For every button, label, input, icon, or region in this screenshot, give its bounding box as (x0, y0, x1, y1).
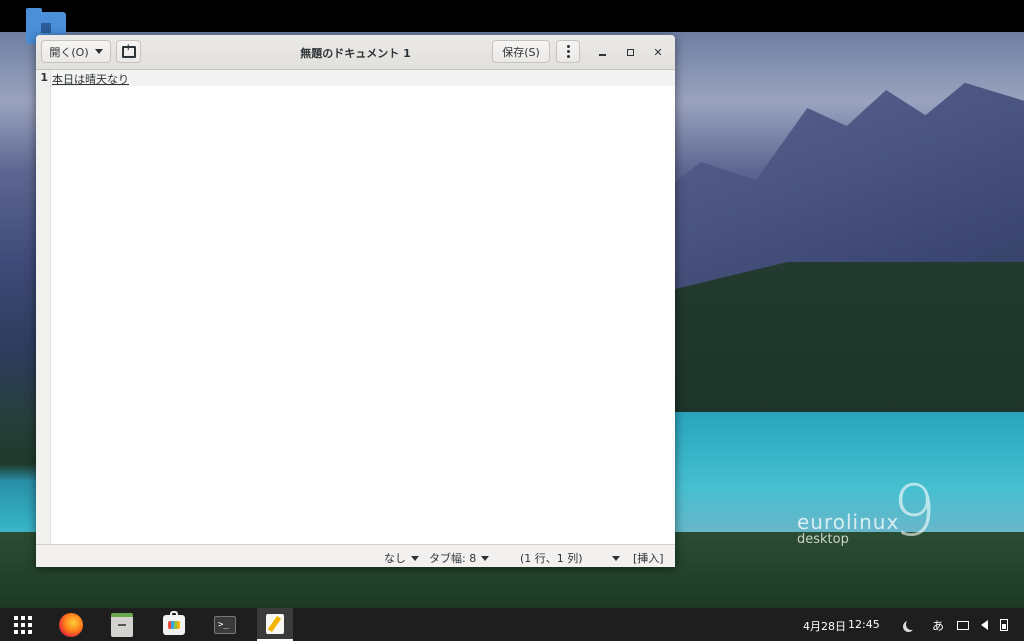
close-icon: ✕ (653, 45, 663, 59)
chevron-down-icon (94, 49, 103, 54)
status-bar: なし タブ幅: 8 (1 行、1 列) [挿入] (36, 544, 675, 567)
firefox-launcher[interactable] (57, 611, 85, 639)
software-store-icon (163, 611, 185, 635)
battery-icon (1000, 619, 1008, 631)
brand-name: eurolinux (797, 510, 900, 534)
clock-date[interactable]: 4月28日 (803, 618, 846, 634)
current-line-highlight (51, 70, 675, 86)
files-launcher[interactable] (108, 611, 136, 639)
header-bar: 開く(O) 無題のドキュメント 1 保存(S) ✕ (36, 35, 675, 70)
window-title: 無題のドキュメント 1 (300, 47, 411, 60)
app-grid-button[interactable] (9, 611, 37, 639)
new-document-button[interactable] (116, 40, 141, 63)
menu-button[interactable] (556, 40, 580, 63)
syntax-label: なし (384, 552, 406, 565)
home-icon (41, 23, 51, 33)
open-button[interactable]: 開く(O) (41, 40, 111, 63)
volume-button[interactable] (975, 616, 993, 634)
taskbar: >_ 4月28日 12:45 あ (0, 608, 1024, 641)
text-editor-launcher[interactable] (257, 608, 293, 641)
input-method-label: あ (931, 618, 944, 633)
chevron-down-icon (411, 555, 419, 561)
display-button[interactable] (954, 616, 972, 634)
firefox-icon (59, 613, 83, 637)
night-light-button[interactable] (899, 616, 917, 634)
terminal-launcher[interactable]: >_ (211, 611, 239, 639)
save-button-label: 保存(S) (502, 45, 540, 59)
document-text[interactable]: 本日は晴天なり (52, 71, 129, 87)
close-button[interactable]: ✕ (650, 44, 666, 60)
insert-mode-label: [挿入] (633, 552, 664, 565)
software-store-launcher[interactable] (160, 611, 188, 639)
tab-width-selector[interactable]: タブ幅: 8 (429, 550, 490, 566)
brand-version: 9 (892, 470, 937, 552)
text-editor-window: 開く(O) 無題のドキュメント 1 保存(S) ✕ 1 本日は晴天なり なし タ… (36, 35, 675, 567)
maximize-icon (626, 48, 634, 56)
eurolinux-watermark: 9 eurolinux desktop (797, 470, 937, 552)
maximize-button[interactable] (622, 44, 638, 60)
insert-mode-indicator: [挿入] (633, 550, 664, 566)
save-button[interactable]: 保存(S) (492, 40, 550, 63)
terminal-icon: >_ (214, 616, 236, 634)
volume-icon (980, 620, 988, 630)
line-number: 1 (40, 71, 48, 84)
cursor-position: (1 行、1 列) (520, 552, 583, 565)
line-number-gutter: 1 (36, 70, 51, 545)
brand-sub: desktop (797, 532, 849, 547)
chevron-down-icon (611, 555, 620, 561)
minimize-button[interactable] (594, 44, 610, 60)
tab-width-label: タブ幅: 8 (429, 552, 477, 565)
moon-icon (906, 619, 917, 630)
text-area[interactable]: 1 本日は晴天なり (36, 70, 675, 545)
screen-icon (957, 620, 969, 630)
battery-button[interactable] (995, 616, 1013, 634)
text-editor-icon (266, 613, 284, 634)
kebab-menu-icon (566, 45, 570, 58)
clock-time[interactable]: 12:45 (848, 618, 880, 631)
syntax-selector[interactable]: なし (384, 550, 419, 566)
minimize-icon (598, 54, 606, 56)
input-method-button[interactable]: あ (929, 616, 947, 634)
open-button-label: 開く(O) (49, 45, 89, 59)
app-grid-icon (14, 616, 32, 634)
chevron-down-icon (481, 555, 490, 561)
new-tab-icon (121, 43, 136, 58)
cursor-position-selector[interactable]: (1 行、1 列) (520, 550, 620, 566)
files-icon (111, 613, 133, 637)
